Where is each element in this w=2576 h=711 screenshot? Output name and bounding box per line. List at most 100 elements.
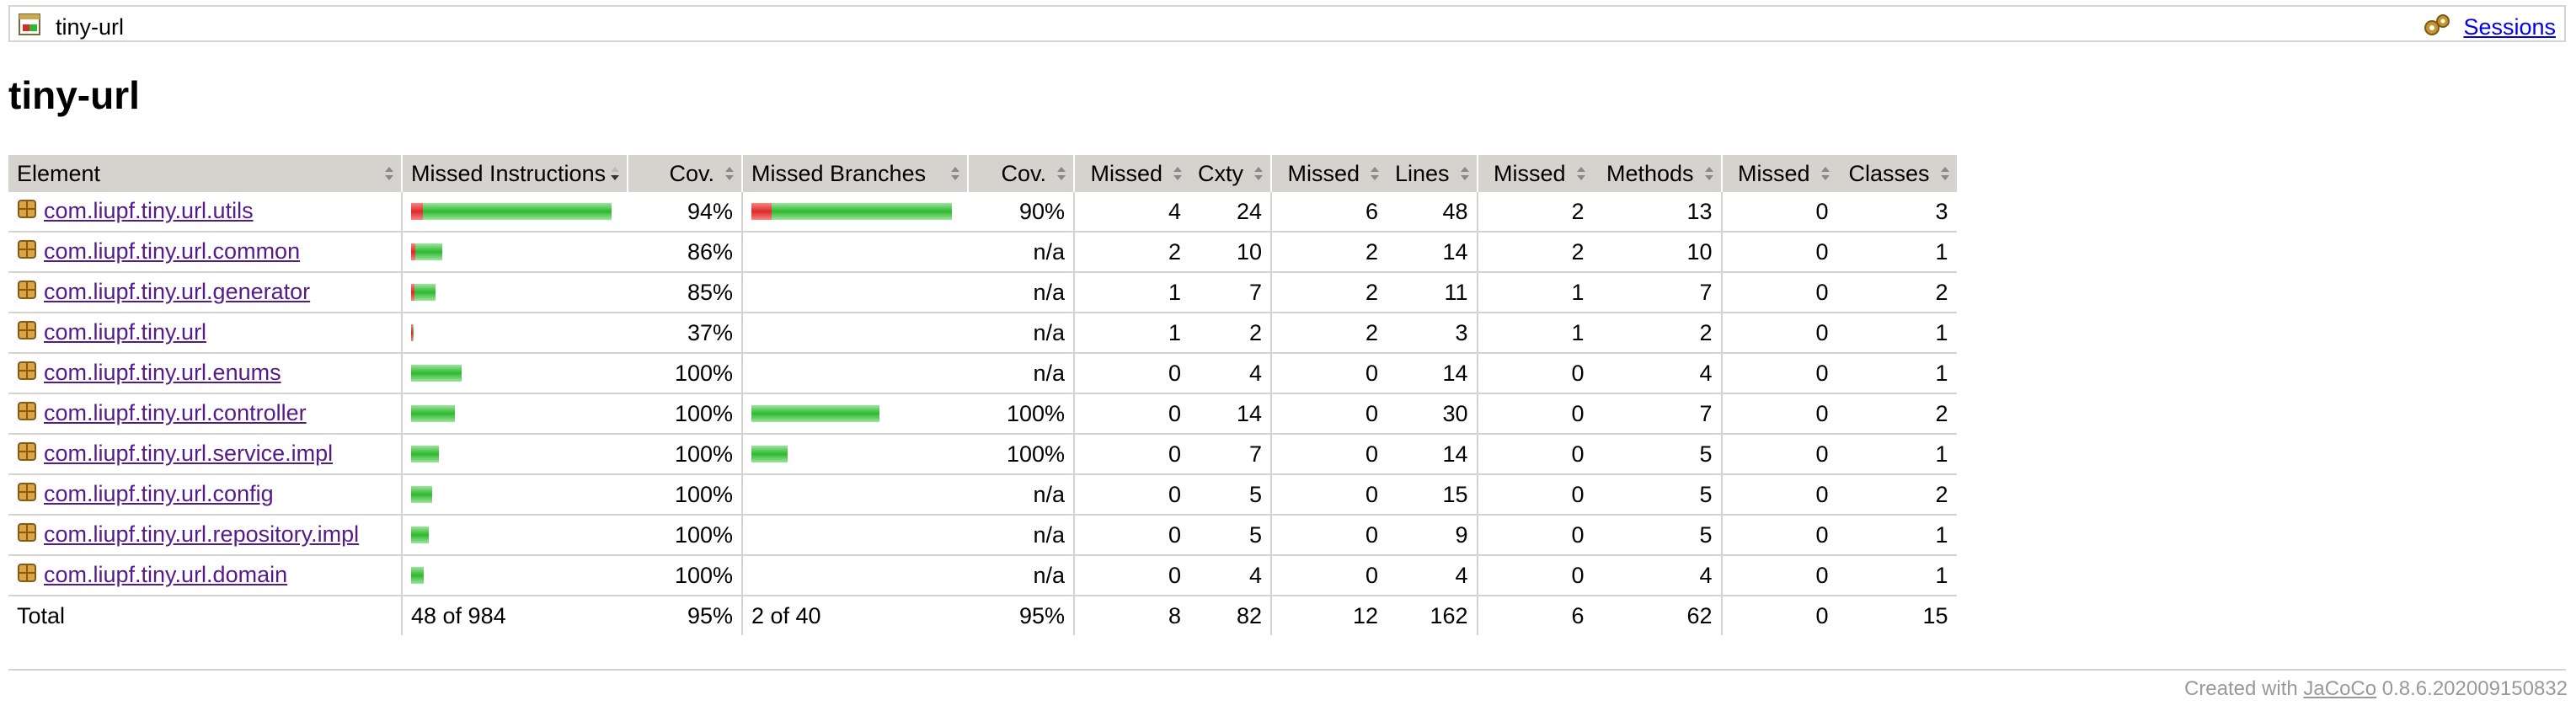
cxty-cell: 10	[1189, 232, 1271, 273]
jacoco-link[interactable]: JaCoCo	[2303, 677, 2376, 700]
header-cxty[interactable]: Cxty	[1189, 155, 1271, 192]
package-link[interactable]: com.liupf.tiny.url.config	[44, 481, 274, 506]
package-link[interactable]: com.liupf.tiny.url.domain	[44, 562, 287, 587]
table-row: com.liupf.tiny.url 37% n/a 1 2 2 3 1 2 0 1	[8, 313, 1957, 354]
classes-missed-cell: 0	[1720, 313, 1837, 354]
lines-cell: 14	[1387, 353, 1478, 394]
cxty-missed-cell: 2	[1073, 232, 1189, 273]
methods-cell: 5	[1592, 434, 1722, 475]
instructions-bar	[411, 242, 619, 262]
package-link[interactable]: com.liupf.tiny.url.generator	[44, 279, 310, 304]
classes-missed-cell: 0	[1720, 272, 1837, 313]
cxty-cell: 4	[1189, 555, 1271, 596]
instructions-bar	[411, 201, 619, 222]
branches-bar	[751, 444, 959, 464]
header-methods-missed[interactable]: Missed	[1476, 155, 1593, 192]
package-icon	[17, 441, 37, 468]
cxty-missed-cell: 1	[1073, 272, 1189, 313]
package-link[interactable]: com.liupf.tiny.url.repository.impl	[44, 521, 359, 547]
header-classes[interactable]: Classes	[1836, 155, 1957, 192]
instr-cov-cell: 100%	[628, 555, 742, 596]
methods-cell: 13	[1592, 192, 1722, 233]
instructions-covered-bar	[411, 527, 429, 543]
instructions-bar-cell	[401, 192, 628, 233]
branch-cov-cell: 90%	[968, 192, 1074, 233]
sort-icon	[1460, 167, 1469, 180]
branches-bar-cell	[741, 353, 968, 394]
classes-missed-cell: 0	[1720, 232, 1837, 273]
header-cxty-missed[interactable]: Missed	[1073, 155, 1189, 192]
lines-cell: 30	[1387, 393, 1478, 435]
header-label: Missed	[1738, 160, 1810, 186]
sort-icon	[1704, 167, 1713, 180]
header-missed-instructions[interactable]: Missed Instructions	[401, 155, 628, 192]
total-branch-cov: 95%	[968, 595, 1074, 635]
header-lines-missed[interactable]: Missed	[1270, 155, 1387, 192]
header-label: Missed	[1287, 160, 1360, 186]
header-classes-missed[interactable]: Missed	[1720, 155, 1837, 192]
instructions-covered-bar	[411, 486, 432, 503]
instructions-bar-cell	[401, 313, 628, 354]
cxty-missed-cell: 0	[1073, 353, 1189, 394]
instructions-covered-bar	[411, 567, 424, 584]
classes-cell: 1	[1836, 353, 1957, 394]
package-link[interactable]: com.liupf.tiny.url.controller	[44, 400, 307, 425]
package-link[interactable]: com.liupf.tiny.url.enums	[44, 360, 281, 385]
branches-bar-cell	[741, 393, 968, 435]
instructions-covered-bar	[411, 365, 462, 382]
header-label: Missed	[1090, 160, 1162, 186]
element-cell: com.liupf.tiny.url.common	[8, 232, 402, 273]
instructions-covered-bar	[414, 284, 436, 301]
instr-cov-cell: 37%	[628, 313, 742, 354]
cxty-missed-cell: 0	[1073, 515, 1189, 556]
breadcrumb-left: tiny-url	[19, 13, 124, 40]
sessions-icon[interactable]	[2423, 13, 2451, 41]
classes-cell: 1	[1836, 515, 1957, 556]
sessions-link[interactable]: Sessions	[2463, 14, 2556, 40]
instructions-bar	[411, 404, 619, 424]
classes-cell: 1	[1836, 434, 1957, 475]
coverage-table: Element Missed Instructions Cov. Missed …	[8, 155, 1957, 635]
lines-missed-cell: 6	[1270, 192, 1387, 233]
methods-missed-cell: 0	[1476, 515, 1593, 556]
header-methods[interactable]: Methods	[1592, 155, 1722, 192]
header-instr-cov[interactable]: Cov.	[627, 155, 742, 192]
package-link[interactable]: com.liupf.tiny.url.common	[44, 238, 300, 264]
lines-cell: 11	[1387, 272, 1478, 313]
methods-cell: 5	[1592, 474, 1722, 516]
header-branch-cov[interactable]: Cov.	[967, 155, 1074, 192]
header-lines[interactable]: Lines	[1387, 155, 1478, 192]
branches-bar-cell	[741, 192, 968, 233]
lines-missed-cell: 0	[1270, 555, 1387, 596]
cxty-cell: 7	[1189, 434, 1271, 475]
element-cell: com.liupf.tiny.url.repository.impl	[8, 515, 402, 556]
classes-missed-cell: 0	[1720, 434, 1837, 475]
total-lines: 162	[1387, 595, 1478, 635]
classes-cell: 1	[1836, 232, 1957, 273]
package-link[interactable]: com.liupf.tiny.url.service.impl	[44, 441, 333, 466]
package-icon	[17, 482, 37, 508]
branches-bar-cell	[741, 313, 968, 354]
instructions-bar	[411, 444, 619, 464]
classes-missed-cell: 0	[1720, 515, 1837, 556]
methods-cell: 4	[1592, 555, 1722, 596]
classes-cell: 3	[1836, 192, 1957, 233]
header-missed-branches[interactable]: Missed Branches	[741, 155, 968, 192]
lines-cell: 14	[1387, 232, 1478, 273]
classes-missed-cell: 0	[1720, 353, 1837, 394]
package-link[interactable]: com.liupf.tiny.url.utils	[44, 198, 254, 223]
package-link[interactable]: com.liupf.tiny.url	[44, 319, 206, 345]
total-methods: 62	[1592, 595, 1722, 635]
element-cell: com.liupf.tiny.url.controller	[8, 393, 402, 435]
lines-missed-cell: 2	[1270, 232, 1387, 273]
element-cell: com.liupf.tiny.url	[8, 313, 402, 354]
methods-missed-cell: 0	[1476, 434, 1593, 475]
branches-bar	[751, 201, 959, 222]
header-element[interactable]: Element	[8, 155, 402, 192]
lines-cell: 15	[1387, 474, 1478, 516]
table-row: com.liupf.tiny.url.controller 100% 100% 0 14…	[8, 393, 1957, 435]
instr-cov-cell: 94%	[628, 192, 742, 233]
table-row: com.liupf.tiny.url.domain 100% n/a 0 4 0 4 0 4 0 1	[8, 555, 1957, 596]
breadcrumb: tiny-url Sessions	[8, 5, 2566, 42]
classes-cell: 2	[1836, 474, 1957, 516]
